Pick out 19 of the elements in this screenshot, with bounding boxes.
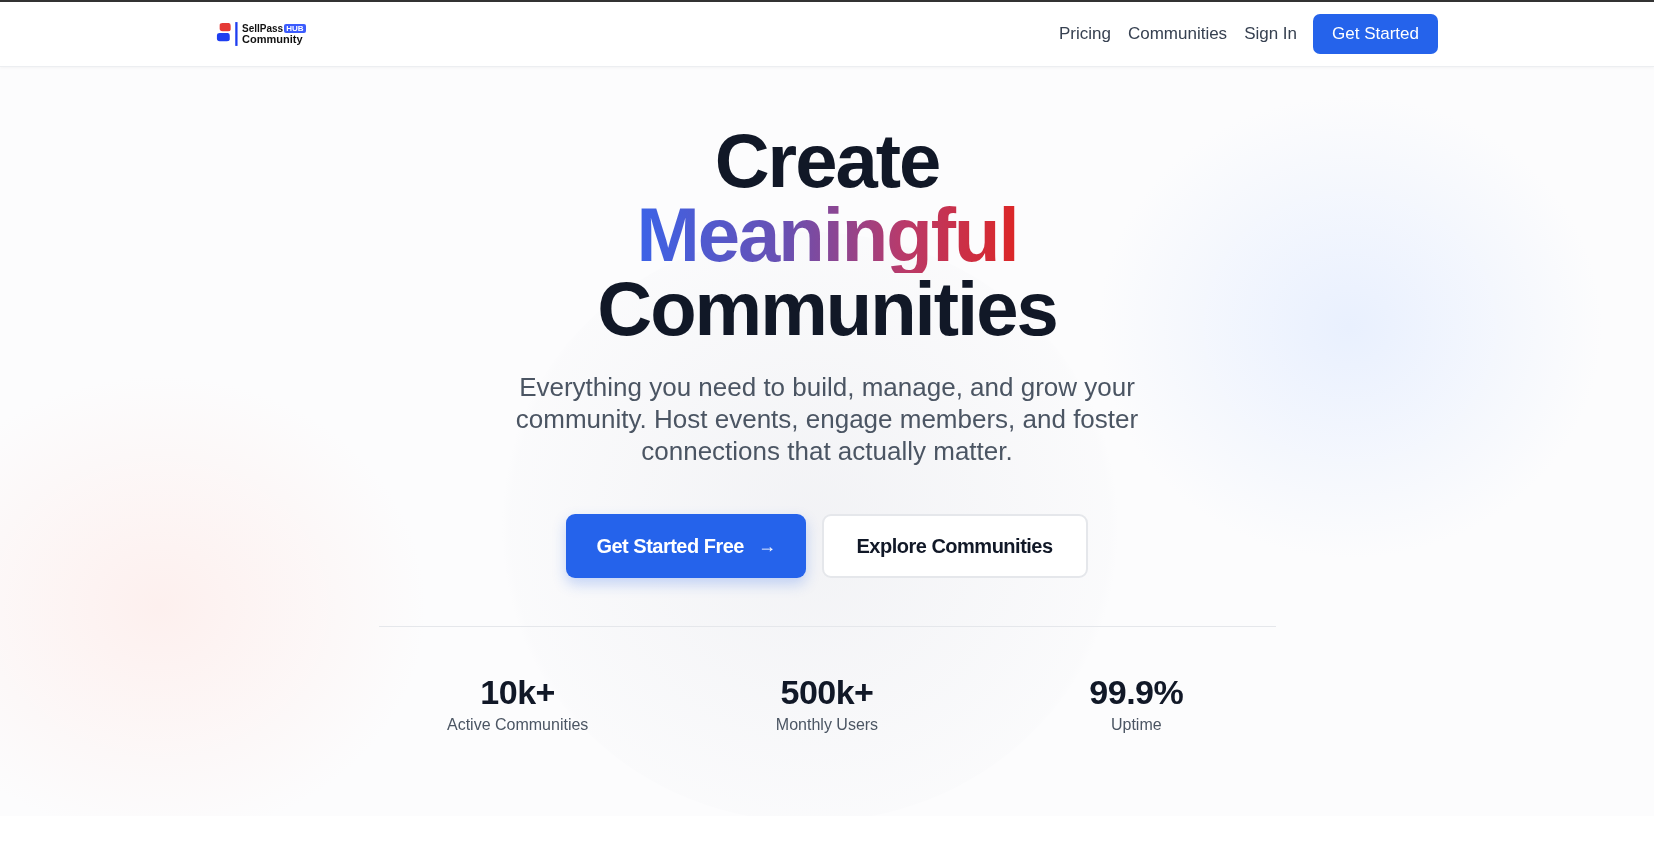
get-started-free-button[interactable]: Get Started Free → xyxy=(566,514,806,578)
nav-link[interactable]: Communities xyxy=(1127,24,1228,44)
stat-value: 10k+ xyxy=(480,673,555,712)
hero-subtitle: Everything you need to build, manage, and grow your community. Host events, engage members, and foster connections that actually matter. xyxy=(514,371,1140,467)
logo-subtitle: Community xyxy=(242,34,304,44)
logo-icon[interactable] xyxy=(216,20,238,48)
stat-label: Uptime xyxy=(1110,716,1162,734)
hero-title-line: Create xyxy=(714,125,940,199)
nav-link[interactable]: Sign In xyxy=(1244,24,1298,44)
hero-title-line: Communities xyxy=(597,273,1057,347)
logo-name: SellPass xyxy=(242,24,284,34)
logo-badge: HUB xyxy=(284,24,306,33)
stat-value: 500k+ xyxy=(780,673,874,712)
explore-communities-button[interactable]: Explore Communities xyxy=(821,514,1088,578)
nav-link[interactable]: Pricing xyxy=(1058,24,1111,44)
stat-label: Monthly Users xyxy=(775,716,879,734)
get-started-button[interactable]: Get Started xyxy=(1313,14,1438,54)
stat-label: Active Communities xyxy=(446,716,589,734)
stat-value: 99.9% xyxy=(1089,673,1184,712)
